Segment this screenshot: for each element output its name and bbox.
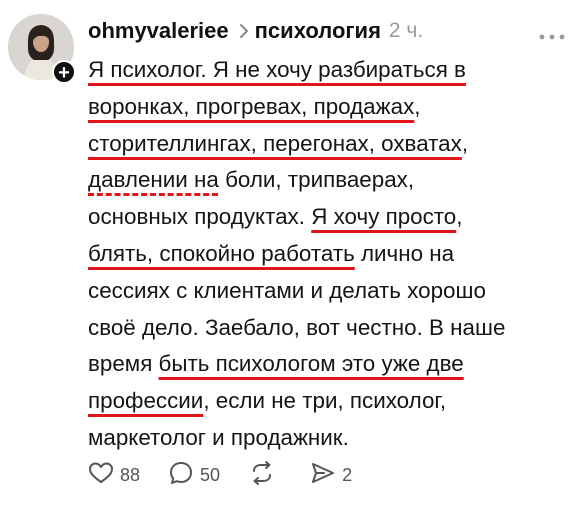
- like-count: 88: [120, 464, 141, 485]
- share-count: 2: [342, 464, 353, 485]
- post-text: Я психолог. Я не хочу разбираться в ворон…: [88, 52, 568, 457]
- like-button[interactable]: 88: [88, 461, 140, 490]
- highlighted-phrase: воронках, прогревах, продажах: [88, 93, 415, 119]
- text-segment: , если не три, психолог,: [203, 388, 447, 414]
- post-line: сторителлингах, перегонах, охватах,: [88, 126, 568, 163]
- comment-button[interactable]: 50: [168, 460, 220, 491]
- highlighted-phrase: профессии: [88, 388, 204, 414]
- chevron-right-icon: [239, 23, 249, 39]
- topic-link[interactable]: психология: [255, 18, 381, 44]
- highlighted-phrase: сторителлингах, перегонах, охватах: [88, 130, 462, 156]
- comment-count: 50: [200, 464, 221, 485]
- post-line: воронках, прогревах, продажах,: [88, 89, 568, 126]
- post-line: блять, спокойно работать лично на: [88, 236, 568, 273]
- highlighted-phrase: Я психолог. Я не хочу разбираться в: [88, 57, 466, 82]
- text-segment: боли, трипваерах,: [218, 167, 415, 193]
- send-icon: [310, 461, 342, 490]
- post-line: время быть психологом это уже две: [88, 346, 568, 383]
- text-segment: лично на: [354, 240, 455, 266]
- text-segment: своё дело. Заебало, вот честно. В наше: [88, 314, 506, 340]
- highlighted-phrase: быть психологом это уже две: [158, 351, 464, 377]
- post-time: 2 ч.: [388, 19, 424, 42]
- text-segment: ,: [461, 130, 469, 156]
- post-line: профессии, если не три, психолог,: [88, 383, 568, 420]
- repost-icon: [248, 460, 282, 491]
- text-segment: основных продуктах.: [88, 204, 312, 230]
- action-bar: 88 50 2: [88, 458, 380, 492]
- text-segment: маркетолог и продажник.: [88, 424, 349, 450]
- post-line: своё дело. Заебало, вот честно. В наше: [88, 310, 568, 347]
- text-segment: сессиях с клиентами и делать хорошо: [88, 277, 486, 303]
- post-line: основных продуктах. Я хочу просто,: [88, 199, 568, 236]
- post-line: сессиях с клиентами и делать хорошо: [88, 273, 568, 310]
- text-segment: ,: [414, 93, 421, 119]
- follow-plus-icon[interactable]: +: [52, 60, 76, 84]
- post-line: Я психолог. Я не хочу разбираться в: [88, 52, 568, 89]
- more-dots-icon[interactable]: [538, 28, 566, 46]
- username-link[interactable]: ohmyvaleriee: [88, 18, 229, 44]
- highlighted-phrase: блять, спокойно работать: [88, 240, 355, 266]
- repost-button[interactable]: [248, 460, 282, 491]
- post-line: маркетолог и продажник.: [88, 420, 568, 457]
- highlighted-phrase: Я хочу просто: [311, 204, 457, 230]
- text-segment: время: [88, 351, 159, 377]
- highlighted-phrase: давлении на: [88, 167, 219, 193]
- post-line: давлении на боли, трипваерах,: [88, 162, 568, 199]
- comment-bubble-icon: [168, 460, 200, 491]
- share-button[interactable]: 2: [310, 461, 352, 490]
- heart-icon: [88, 461, 120, 490]
- post-header: ohmyvaleriee психология 2 ч.: [88, 16, 560, 46]
- text-segment: ,: [456, 204, 463, 230]
